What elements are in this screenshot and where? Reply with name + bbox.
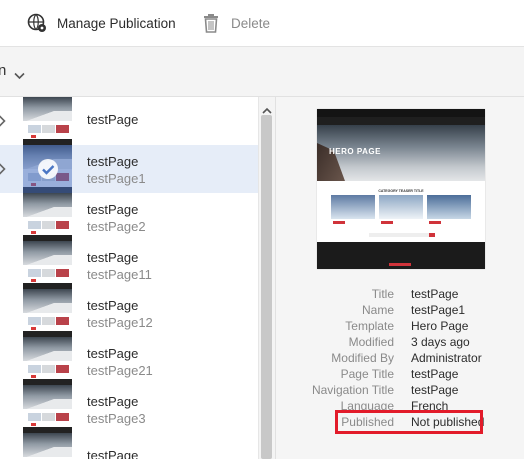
list-item[interactable]: testPage testPage12	[0, 289, 258, 337]
scrollbar-thumb[interactable]	[261, 115, 272, 459]
list-item[interactable]: testPage	[0, 433, 258, 459]
page-thumbnail[interactable]	[23, 241, 72, 289]
list-item-name: testPage12	[87, 315, 153, 330]
property-label: Navigation Title	[311, 383, 394, 397]
page-preview-thumbnail: HERO PAGE CATEGORY TEASER TITLE	[317, 109, 485, 269]
property-label: Template	[345, 319, 394, 333]
page-thumbnail[interactable]	[23, 145, 72, 193]
published-highlight-box	[335, 410, 483, 434]
property-value: testPage	[411, 383, 459, 397]
property-label: Page Title	[340, 367, 394, 381]
page-thumbnail[interactable]	[23, 385, 72, 433]
property-row: Title testPage	[276, 287, 524, 303]
list-item[interactable]: testPage testPage1	[0, 145, 258, 193]
view-switcher-bar: n	[0, 47, 524, 97]
list-item-title: testPage	[87, 346, 139, 361]
property-value: Hero Page	[411, 319, 469, 333]
list-item[interactable]: testPage testPage3	[0, 385, 258, 433]
delete-label: Delete	[231, 15, 271, 31]
list-item-title: testPage	[87, 112, 139, 127]
trash-icon	[200, 12, 222, 34]
page-thumbnail[interactable]	[23, 433, 72, 459]
property-row: Template Hero Page	[276, 319, 524, 335]
preview-category-title: CATEGORY TEASER TITLE	[378, 189, 424, 193]
list-item-title: testPage	[87, 394, 139, 409]
manage-publication-label: Manage Publication	[57, 15, 176, 31]
view-switcher-label[interactable]: n	[0, 62, 6, 79]
property-value: testPage	[411, 367, 459, 381]
list-item-title: testPage	[87, 154, 139, 169]
list-item[interactable]: testPage	[0, 97, 258, 145]
list-item[interactable]: testPage testPage2	[0, 193, 258, 241]
list-item[interactable]: testPage testPage11	[0, 241, 258, 289]
list-item-title: testPage	[87, 250, 139, 265]
property-row: Name testPage1	[276, 303, 524, 319]
property-label: Title	[371, 287, 394, 301]
property-value: 3 days ago	[411, 335, 470, 349]
toolbar: Manage Publication Delete	[0, 0, 524, 47]
property-value: Administrator	[411, 351, 482, 365]
property-row: Modified By Administrator	[276, 351, 524, 367]
checkmark-icon	[23, 145, 72, 193]
properties-panel: HERO PAGE CATEGORY TEASER TITLE Title tes…	[275, 97, 524, 459]
manage-publication-button[interactable]: Manage Publication	[26, 0, 176, 46]
property-row: Page Title testPage	[276, 367, 524, 383]
list-item-name: testPage11	[87, 267, 152, 282]
preview-hero-title: HERO PAGE	[329, 147, 381, 156]
page-list: testPage testPage testPage1 testPage testPag…	[0, 97, 258, 459]
chevron-right-icon[interactable]	[0, 114, 6, 132]
property-label: Modified By	[331, 351, 394, 365]
list-item-title: testPage	[87, 202, 139, 217]
delete-button[interactable]: Delete	[200, 0, 270, 46]
property-row: Modified 3 days ago	[276, 335, 524, 351]
list-item[interactable]: testPage testPage21	[0, 337, 258, 385]
chevron-down-icon[interactable]	[14, 67, 25, 85]
property-value: testPage1	[411, 303, 466, 317]
page-thumbnail[interactable]	[23, 97, 72, 145]
page-thumbnail[interactable]	[23, 289, 72, 337]
list-item-name: testPage3	[87, 411, 146, 426]
page-thumbnail[interactable]	[23, 193, 72, 241]
list-item-name: testPage2	[87, 219, 146, 234]
property-value: testPage	[411, 287, 459, 301]
property-label: Name	[361, 303, 394, 317]
property-label: Modified	[348, 335, 394, 349]
list-item-title: testPage	[87, 448, 139, 459]
page-thumbnail[interactable]	[23, 337, 72, 385]
list-item-title: testPage	[87, 298, 139, 313]
globe-settings-icon	[26, 12, 48, 34]
list-item-name: testPage21	[87, 363, 153, 378]
list-item-name: testPage1	[87, 171, 146, 186]
chevron-right-icon[interactable]	[0, 162, 6, 180]
property-row: Navigation Title testPage	[276, 383, 524, 399]
scrollbar[interactable]	[258, 97, 275, 459]
